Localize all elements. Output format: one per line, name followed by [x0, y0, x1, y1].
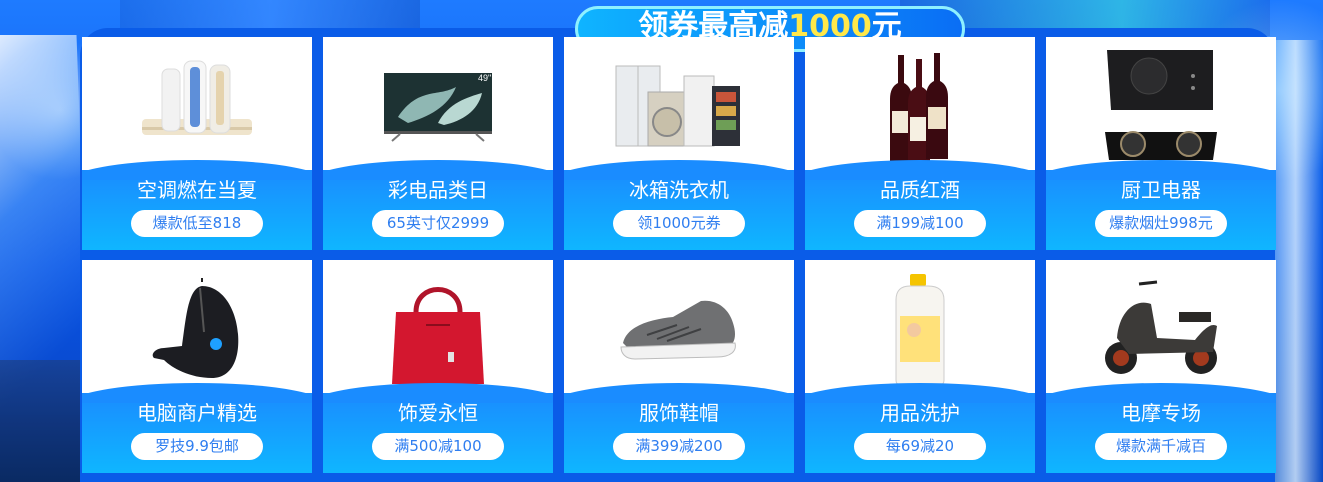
category-card-kitchen[interactable]: 厨卫电器 爆款烟灶998元	[1046, 37, 1276, 250]
promo-pill[interactable]: 爆款低至818	[131, 210, 263, 237]
card-footer: 饰爱永恒 满500减100	[323, 383, 553, 473]
category-card-apparel[interactable]: 服饰鞋帽 满399减200	[564, 260, 794, 473]
card-footer: 冰箱洗衣机 领1000元券	[564, 160, 794, 250]
card-footer: 用品洗护 每69减20	[805, 383, 1035, 473]
card-footer: 品质红酒 满199减100	[805, 160, 1035, 250]
tv-size-badge: 49"	[478, 73, 491, 83]
card-title: 彩电品类日	[388, 178, 488, 202]
promo-pill[interactable]: 满199减100	[854, 210, 986, 237]
promo-pill[interactable]: 爆款烟灶998元	[1095, 210, 1227, 237]
decor-city-skyline	[0, 360, 80, 482]
detergent-bottle-icon	[805, 260, 1035, 400]
card-title: 电摩专场	[1121, 401, 1201, 425]
card-title: 饰爱永恒	[398, 401, 478, 425]
promo-pill[interactable]: 领1000元券	[613, 210, 745, 237]
promo-pill[interactable]: 罗技9.9包邮	[131, 433, 263, 460]
promo-pill[interactable]: 满399减200	[613, 433, 745, 460]
sneaker-icon	[564, 260, 794, 400]
card-title: 用品洗护	[880, 401, 960, 425]
category-card-fridge-washer[interactable]: 冰箱洗衣机 领1000元券	[564, 37, 794, 250]
decor-left-panel	[0, 35, 90, 415]
gaming-mouse-icon	[82, 260, 312, 400]
card-title: 空调燃在当夏	[137, 178, 257, 202]
wine-bottles-icon	[805, 37, 1035, 177]
handbag-icon	[323, 260, 553, 400]
category-card-care[interactable]: 用品洗护 每69减20	[805, 260, 1035, 473]
card-footer: 电摩专场 爆款满千减百	[1046, 383, 1276, 473]
category-card-air-conditioner[interactable]: 空调燃在当夏 爆款低至818	[82, 37, 312, 250]
promo-pill[interactable]: 每69减20	[854, 433, 986, 460]
card-footer: 空调燃在当夏 爆款低至818	[82, 160, 312, 250]
card-title: 品质红酒	[880, 178, 960, 202]
category-card-wine[interactable]: 品质红酒 满199减100	[805, 37, 1035, 250]
decor-right-panel	[1268, 40, 1323, 482]
promo-pill[interactable]: 65英寸仅2999	[372, 210, 504, 237]
category-card-electric-scooter[interactable]: 电摩专场 爆款满千减百	[1046, 260, 1276, 473]
promo-pill[interactable]: 满500减100	[372, 433, 504, 460]
card-title: 冰箱洗衣机	[629, 178, 729, 202]
card-title: 厨卫电器	[1121, 178, 1201, 202]
card-footer: 彩电品类日 65英寸仅2999	[323, 160, 553, 250]
air-conditioner-icon	[82, 37, 312, 177]
card-title: 电脑商户精选	[137, 401, 257, 425]
range-hood-stove-icon	[1046, 37, 1276, 177]
promo-pill[interactable]: 爆款满千减百	[1095, 433, 1227, 460]
category-grid: 空调燃在当夏 爆款低至818 49" 彩电品类日 65英寸仅2999 冰箱洗衣机…	[82, 37, 1276, 473]
card-footer: 服饰鞋帽 满399减200	[564, 383, 794, 473]
category-card-jewelry[interactable]: 饰爱永恒 满500减100	[323, 260, 553, 473]
category-card-computer[interactable]: 电脑商户精选 罗技9.9包邮	[82, 260, 312, 473]
card-footer: 电脑商户精选 罗技9.9包邮	[82, 383, 312, 473]
category-card-tv[interactable]: 49" 彩电品类日 65英寸仅2999	[323, 37, 553, 250]
fridge-washer-icon	[564, 37, 794, 177]
card-footer: 厨卫电器 爆款烟灶998元	[1046, 160, 1276, 250]
electric-scooter-icon	[1046, 260, 1276, 400]
television-icon: 49"	[323, 37, 553, 177]
card-title: 服饰鞋帽	[639, 401, 719, 425]
